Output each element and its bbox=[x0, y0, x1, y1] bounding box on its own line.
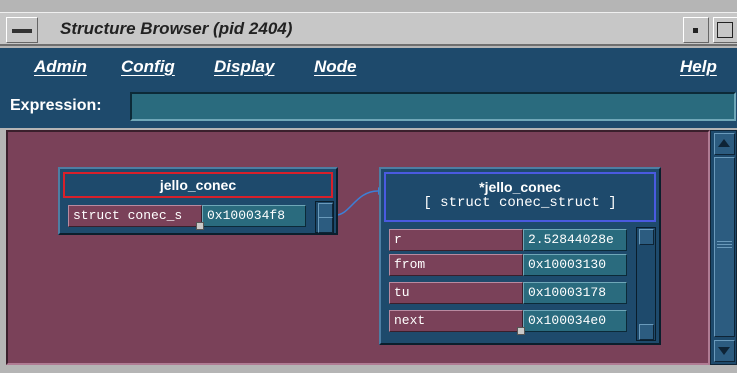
expression-label: Expression: bbox=[10, 97, 102, 114]
node-header[interactable]: *jello_conec [ struct conec_struct ] bbox=[384, 172, 656, 222]
field-name[interactable]: tu bbox=[389, 282, 523, 304]
field-name[interactable]: next bbox=[389, 310, 523, 332]
menu-config[interactable]: Config bbox=[121, 57, 175, 77]
window-title: Structure Browser (pid 2404) bbox=[60, 19, 293, 38]
arrow-down-icon bbox=[718, 347, 730, 355]
scroll-up-icon[interactable] bbox=[639, 229, 654, 245]
field-name[interactable]: from bbox=[389, 254, 523, 276]
node-title: jello_conec bbox=[159, 177, 237, 193]
field-value[interactable]: 2.52844028e bbox=[523, 229, 627, 251]
menu-node[interactable]: Node bbox=[314, 57, 357, 77]
field-value[interactable]: 0x100034f8 bbox=[202, 205, 306, 227]
expression-bar: Expression: bbox=[0, 86, 737, 128]
scroll-down-icon[interactable] bbox=[639, 324, 654, 340]
minimize-button[interactable] bbox=[683, 17, 709, 43]
menu-display[interactable]: Display bbox=[214, 57, 274, 77]
node-jello-conec[interactable]: jello_conec struct conec_s 0x100034f8 bbox=[58, 167, 338, 235]
column-resize-handle[interactable] bbox=[196, 222, 204, 230]
scroll-down-button[interactable] bbox=[714, 340, 735, 362]
field-name[interactable]: r bbox=[389, 229, 523, 251]
scroll-up-button[interactable] bbox=[714, 133, 735, 155]
expression-input[interactable] bbox=[130, 92, 736, 121]
node-deref-jello-conec[interactable]: *jello_conec [ struct conec_struct ] r 2… bbox=[379, 167, 661, 345]
menu-help[interactable]: Help bbox=[680, 57, 717, 77]
minimize-icon bbox=[693, 28, 698, 33]
canvas-vertical-scrollbar[interactable] bbox=[710, 130, 737, 365]
arrow-up-icon bbox=[718, 139, 730, 147]
window-menu-button[interactable] bbox=[6, 17, 38, 43]
node-scrollbar[interactable] bbox=[636, 227, 656, 341]
window-menu-icon bbox=[12, 29, 32, 33]
structure-canvas[interactable]: jello_conec struct conec_s 0x100034f8 *j… bbox=[6, 130, 710, 365]
maximize-icon bbox=[717, 22, 733, 38]
column-resize-handle[interactable] bbox=[517, 327, 525, 335]
field-value[interactable]: 0x10003130 bbox=[523, 254, 627, 276]
structure-browser-window: Structure Browser (pid 2404) Admin Confi… bbox=[0, 0, 737, 373]
scroll-thumb[interactable] bbox=[714, 157, 735, 337]
node-scrollbar[interactable] bbox=[315, 201, 334, 233]
field-value[interactable]: 0x10003178 bbox=[523, 282, 627, 304]
maximize-button[interactable] bbox=[713, 17, 737, 43]
field-name[interactable]: struct conec_s bbox=[68, 205, 202, 227]
field-value[interactable]: 0x100034e0 bbox=[523, 310, 627, 332]
node-title: *jello_conec bbox=[479, 179, 561, 195]
node-type: [ struct conec_struct ] bbox=[423, 195, 617, 211]
scroll-down-icon[interactable] bbox=[318, 217, 333, 233]
menu-admin[interactable]: Admin bbox=[34, 57, 87, 77]
menu-bar: Admin Config Display Node Help bbox=[0, 48, 737, 87]
title-bar: Structure Browser (pid 2404) bbox=[0, 12, 737, 46]
node-header[interactable]: jello_conec bbox=[63, 172, 333, 198]
